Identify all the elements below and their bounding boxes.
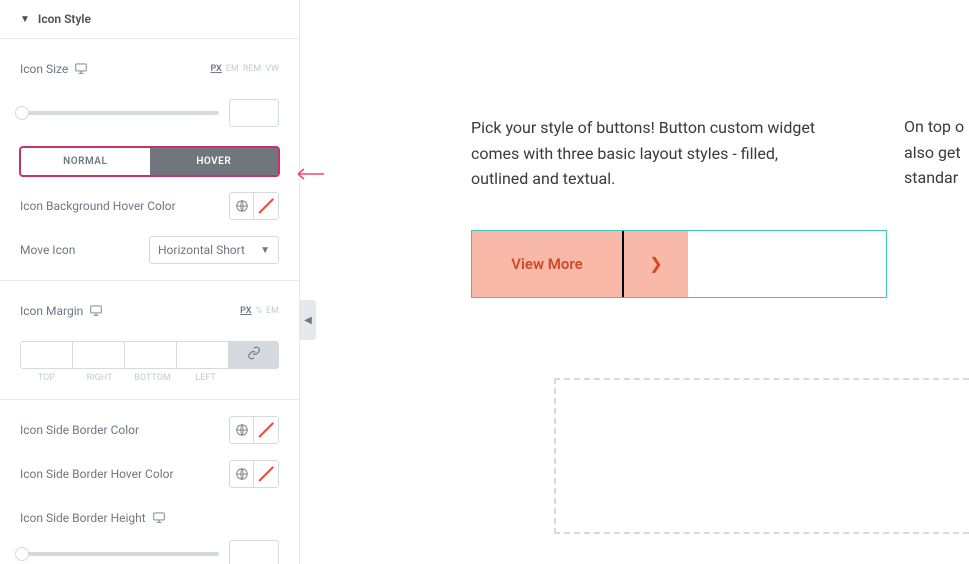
responsive-icon[interactable] <box>89 303 103 320</box>
no-color-icon <box>258 422 274 438</box>
margin-bottom-input[interactable] <box>125 342 177 368</box>
label-left: LEFT <box>179 373 232 383</box>
tab-normal[interactable]: NORMAL <box>21 148 150 175</box>
responsive-icon[interactable] <box>152 510 166 527</box>
button-empty-area <box>688 231 886 297</box>
label-side-border-hover-color: Icon Side Border Hover Color <box>20 467 174 481</box>
margin-top-input[interactable] <box>21 342 73 368</box>
content-column-left: Pick your style of buttons! Button custo… <box>471 115 969 298</box>
section-title: Icon Style <box>38 12 91 26</box>
unit-pct[interactable]: % <box>255 306 262 316</box>
control-side-border-hover-color: Icon Side Border Hover Color <box>20 460 279 488</box>
margin-labels: TOP RIGHT BOTTOM LEFT <box>20 373 279 383</box>
label-top: TOP <box>20 373 73 383</box>
slider-track[interactable] <box>20 111 219 115</box>
slider-thumb[interactable] <box>15 547 29 561</box>
input-icon-size[interactable] <box>229 99 279 127</box>
margin-inputs <box>20 341 279 369</box>
slider-thumb[interactable] <box>15 106 29 120</box>
control-icon-size: Icon Size PX EM REM VW <box>20 55 279 83</box>
settings-sidebar: ▼ Icon Style Icon Size PX EM REM VW <box>0 0 300 564</box>
unit-switcher-margin[interactable]: PX % EM <box>240 306 279 316</box>
label-bg-hover-color: Icon Background Hover Color <box>20 199 176 213</box>
color-swatch-button[interactable] <box>254 461 278 487</box>
select-move-icon[interactable]: Horizontal Short ▼ <box>149 236 279 264</box>
control-move-icon: Move Icon Horizontal Short ▼ <box>20 236 279 264</box>
tab-hover[interactable]: HOVER <box>150 148 279 175</box>
unit-em[interactable]: EM <box>226 64 239 74</box>
unit-rem[interactable]: REM <box>243 64 262 74</box>
color-picker-bg-hover <box>229 192 279 220</box>
label-move-icon: Move Icon <box>20 243 75 257</box>
control-icon-margin: Icon Margin PX % EM <box>20 297 279 325</box>
slider-icon-size <box>20 99 279 127</box>
panel-content: Icon Size PX EM REM VW NORMAL HOVER <box>0 39 299 564</box>
unit-vw[interactable]: VW <box>265 64 279 74</box>
preview-canvas: Pick your style of buttons! Button custo… <box>316 0 969 564</box>
control-bg-hover-color: Icon Background Hover Color <box>20 192 279 220</box>
unit-em[interactable]: EM <box>266 306 279 316</box>
section-header-icon-style[interactable]: ▼ Icon Style <box>0 0 299 39</box>
no-color-icon <box>258 198 274 214</box>
link-icon <box>247 346 261 364</box>
unit-px[interactable]: PX <box>240 306 251 316</box>
select-value: Horizontal Short <box>158 243 245 257</box>
global-color-button[interactable] <box>230 417 254 443</box>
label-icon-margin: Icon Margin <box>20 303 103 320</box>
no-color-icon <box>258 466 274 482</box>
description-text-right: On top oalso getstandar <box>904 114 969 191</box>
label-side-border-height: Icon Side Border Height <box>20 510 166 527</box>
empty-widget-placeholder[interactable] <box>554 378 969 534</box>
label-bottom: BOTTOM <box>126 373 179 383</box>
chevron-left-icon: ◀ <box>304 315 312 326</box>
color-swatch-button[interactable] <box>254 417 278 443</box>
link-values-button[interactable] <box>229 342 278 368</box>
control-side-border-height: Icon Side Border Height <box>20 504 279 532</box>
button-icon-part[interactable]: ❯ <box>622 231 688 297</box>
state-tabs: NORMAL HOVER <box>20 147 279 176</box>
label-side-border-color: Icon Side Border Color <box>20 423 139 437</box>
chevron-down-icon: ▼ <box>260 245 270 256</box>
button-widget: View More ❯ <box>471 230 887 298</box>
button-main[interactable]: View More <box>472 231 622 297</box>
input-side-border-height[interactable] <box>229 540 279 564</box>
chevron-right-icon: ❯ <box>649 254 662 273</box>
divider <box>0 280 299 281</box>
divider <box>0 399 299 400</box>
color-picker-side-border <box>229 416 279 444</box>
global-color-button[interactable] <box>230 461 254 487</box>
sidebar-collapse-button[interactable]: ◀ <box>300 300 316 340</box>
label-icon-size: Icon Size <box>20 61 88 78</box>
slider-track[interactable] <box>20 552 219 556</box>
description-text: Pick your style of buttons! Button custo… <box>471 115 821 192</box>
responsive-icon[interactable] <box>74 61 88 78</box>
color-picker-side-border-hover <box>229 460 279 488</box>
control-side-border-color: Icon Side Border Color <box>20 416 279 444</box>
global-color-button[interactable] <box>230 193 254 219</box>
margin-right-input[interactable] <box>73 342 125 368</box>
unit-px[interactable]: PX <box>210 64 221 74</box>
color-swatch-button[interactable] <box>254 193 278 219</box>
slider-side-border-height <box>20 540 279 564</box>
margin-left-input[interactable] <box>177 342 229 368</box>
caret-down-icon: ▼ <box>20 14 30 25</box>
label-right: RIGHT <box>73 373 126 383</box>
unit-switcher[interactable]: PX EM REM VW <box>210 64 279 74</box>
